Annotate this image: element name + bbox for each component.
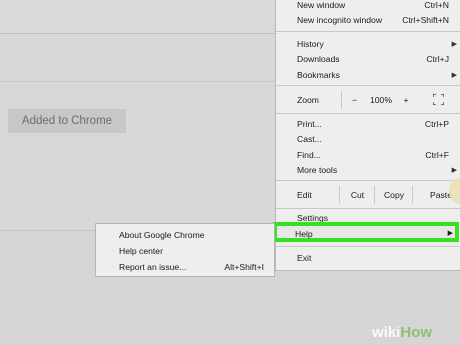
menu-item-more-tools[interactable]: More tools ▶	[276, 162, 460, 177]
menu-item-label: Cast...	[297, 133, 322, 144]
help-submenu: About Google Chrome Help center Report a…	[95, 223, 275, 277]
menu-item-label: Settings	[297, 212, 329, 223]
submenu-item-about-google-chrome[interactable]: About Google Chrome	[96, 227, 274, 242]
submenu-arrow-icon: ▶	[447, 230, 453, 237]
watermark-part1: wiki	[372, 323, 401, 341]
edit-label: Edit	[297, 190, 312, 200]
menu-item-bookmarks[interactable]: Bookmarks ▶	[276, 67, 460, 82]
menu-item-new-window[interactable]: New window Ctrl+N	[276, 0, 460, 12]
menu-item-help[interactable]: Help ▶	[273, 222, 459, 242]
wikihow-watermark: wiki How	[372, 323, 432, 341]
menu-item-downloads[interactable]: Downloads Ctrl+J	[276, 51, 460, 66]
menu-item-label: Print...	[297, 118, 322, 129]
edit-row: Edit Cut Copy Paste	[276, 182, 460, 208]
fullscreen-icon[interactable]	[433, 94, 444, 105]
menu-item-cast[interactable]: Cast...	[276, 131, 460, 146]
menu-item-label: More tools	[297, 164, 338, 175]
submenu-item-report-an-issue[interactable]: Report an issue... Alt+Shift+I	[96, 259, 274, 274]
menu-item-label: Bookmarks	[297, 69, 340, 80]
submenu-item-label: Report an issue...	[119, 261, 187, 272]
submenu-arrow-icon: ▶	[451, 40, 457, 48]
menu-separator	[276, 208, 460, 209]
shortcut-label: Ctrl+F	[425, 149, 449, 160]
zoom-row: Zoom − 100% +	[276, 87, 460, 113]
menu-item-exit[interactable]: Exit	[276, 250, 460, 265]
extension-detail-panel	[0, 82, 276, 231]
shortcut-label: Ctrl+Shift+N	[402, 14, 449, 25]
shortcut-label: Ctrl+P	[424, 118, 449, 129]
added-to-chrome-button[interactable]: Added to Chrome	[8, 109, 126, 133]
zoom-level-value: 100%	[370, 95, 392, 105]
shortcut-label: Ctrl+J	[426, 53, 449, 64]
menu-item-find[interactable]: Find... Ctrl+F	[276, 147, 460, 162]
menu-separator	[276, 180, 460, 181]
menu-item-label: Help	[295, 229, 313, 239]
zoom-in-button[interactable]: +	[396, 91, 416, 109]
menu-item-history[interactable]: History ▶	[276, 36, 460, 51]
watermark-part2: How	[400, 323, 433, 341]
menu-separator	[276, 113, 460, 114]
menu-item-label: Find...	[297, 149, 321, 160]
menu-item-new-incognito-window[interactable]: New incognito window Ctrl+Shift+N	[276, 12, 460, 27]
submenu-item-help-center[interactable]: Help center	[96, 243, 274, 258]
copy-button[interactable]: Copy	[374, 186, 413, 204]
menu-item-label: New incognito window	[297, 14, 383, 25]
menu-separator	[276, 31, 460, 32]
menu-item-label: History	[297, 38, 324, 49]
menu-item-print[interactable]: Print... Ctrl+P	[276, 116, 460, 131]
shortcut-label: Ctrl+N	[424, 0, 449, 10]
zoom-out-button[interactable]: −	[341, 91, 367, 109]
shortcut-label: Alt+Shift+I	[224, 261, 264, 272]
menu-item-label: Exit	[297, 252, 312, 263]
zoom-label: Zoom	[297, 95, 319, 105]
menu-item-label: Downloads	[297, 53, 340, 64]
submenu-arrow-icon: ▶	[451, 166, 457, 174]
submenu-item-label: Help center	[119, 245, 163, 256]
submenu-item-label: About Google Chrome	[119, 229, 205, 240]
submenu-arrow-icon: ▶	[451, 71, 457, 79]
menu-separator	[276, 85, 460, 86]
menu-separator	[276, 246, 460, 247]
menu-item-label: New window	[297, 0, 346, 10]
cut-button[interactable]: Cut	[339, 186, 375, 204]
